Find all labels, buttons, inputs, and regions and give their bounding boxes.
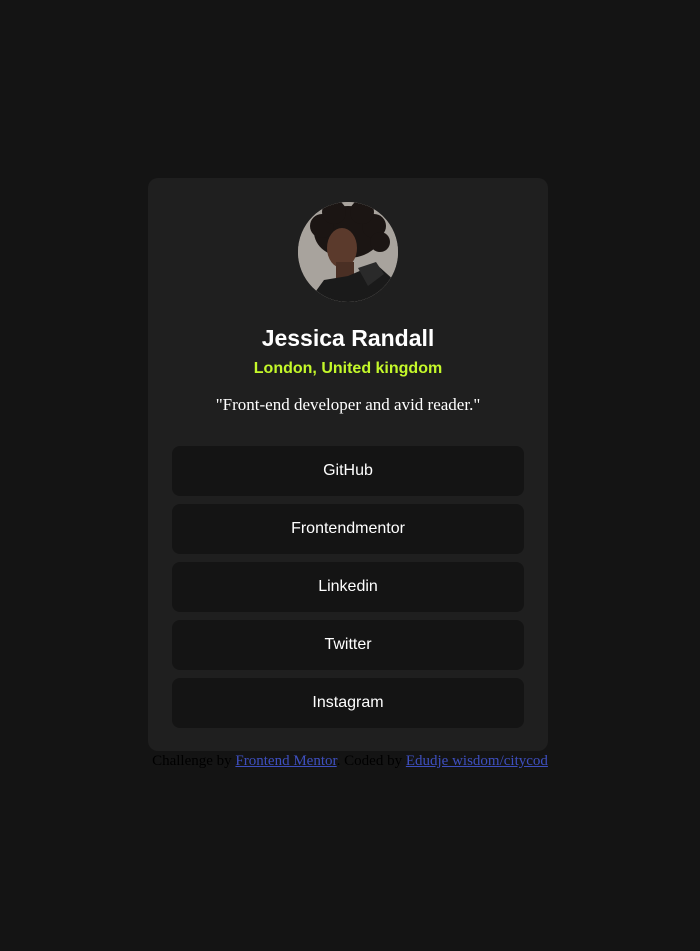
profile-name: Jessica Randall [261,325,435,351]
profile-bio: "Front-end developer and avid reader." [215,395,481,414]
link-github-button[interactable]: GitHub [172,446,524,496]
page: Jessica Randall London, United kingdom "… [0,0,700,951]
avatar [298,202,398,302]
attribution-middle: . Coded by [336,753,406,769]
attribution: Challenge by Frontend Mentor. Coded by E… [0,751,700,771]
social-links: GitHub Frontendmentor Linkedin Twitter I… [172,446,524,736]
link-twitter-button[interactable]: Twitter [172,620,524,670]
profile-location: London, United kingdom [253,360,443,377]
author-link[interactable]: Edudje wisdom/citycod [406,753,548,769]
link-frontendmentor-button[interactable]: Frontendmentor [172,504,524,554]
link-instagram-button[interactable]: Instagram [172,678,524,728]
link-linkedin-button[interactable]: Linkedin [172,562,524,612]
profile-card: Jessica Randall London, United kingdom "… [148,178,548,751]
frontend-mentor-link[interactable]: Frontend Mentor [235,753,336,769]
attribution-prefix: Challenge by [152,753,236,769]
avatar-photo-icon [298,202,398,302]
